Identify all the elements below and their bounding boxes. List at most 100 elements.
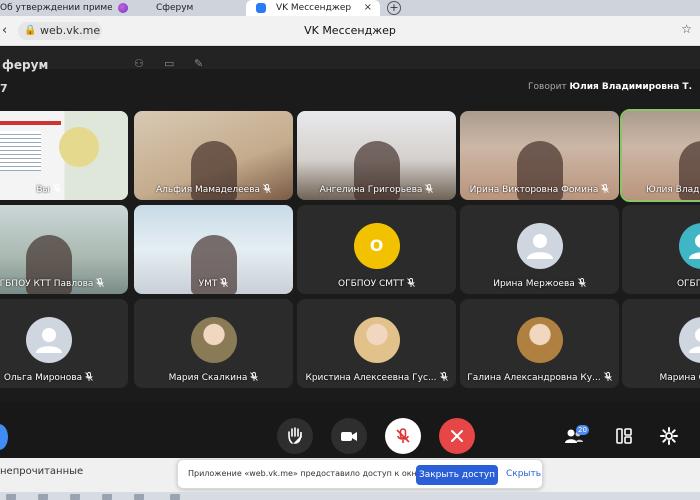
mic-off-icon: [601, 184, 610, 193]
bookmark-icon[interactable]: ☆: [681, 22, 692, 36]
unread-filter[interactable]: непрочитанные: [0, 466, 83, 477]
hide-notification-link[interactable]: Скрыть: [506, 469, 541, 479]
participant-tile[interactable]: Галина Александровна Ку...: [460, 299, 619, 388]
participant-name-text: Вы: [36, 185, 50, 195]
back-arrow-icon[interactable]: ‹: [2, 23, 7, 38]
tab-label: Об утверждении пример...: [0, 3, 112, 13]
add-user-icon[interactable]: ⚇: [134, 57, 144, 70]
tab-2-active[interactable]: VK Мессенджер ×: [246, 0, 380, 17]
participants-count-badge: 20: [576, 425, 589, 435]
url-text: web.vk.me: [40, 24, 101, 37]
participant-name: Ирина Викторовна Фомина: [460, 183, 619, 195]
participant-tile[interactable]: Ангелина Григорьева: [297, 111, 456, 200]
participant-name-text: ОГБПОУ КТТ Павлова: [0, 279, 94, 289]
avatar: [25, 317, 72, 363]
avatar: [516, 317, 563, 363]
participant-name: ОГБПОУ: [622, 277, 700, 289]
tab-0[interactable]: Об утверждении пример...: [0, 0, 112, 16]
participant-name: Ирина Мержоева: [460, 277, 619, 289]
participant-tile[interactable]: Ирина Викторовна Фомина: [460, 111, 619, 200]
participant-name: ОГБПОУ СМТТ: [297, 277, 456, 289]
avatar: [678, 223, 700, 269]
screen-share-notification: Приложение «web.vk.me» предоставило дост…: [177, 459, 543, 489]
participant-name-text: УМТ: [198, 279, 218, 289]
avatar: [516, 223, 563, 269]
participant-tile[interactable]: Марина Олегов: [622, 299, 700, 388]
avatar: [353, 317, 400, 363]
microphone-button[interactable]: [385, 418, 421, 454]
participant-tile[interactable]: Ольга Миронова: [0, 299, 128, 388]
tab-label: VK Мессенджер: [276, 3, 352, 13]
participant-name: Марина Олегов: [622, 371, 700, 383]
mic-off-icon: [220, 278, 229, 287]
participant-name: Ольга Миронова: [0, 371, 128, 383]
participant-tile[interactable]: О ОГБПОУ СМТТ: [297, 205, 456, 294]
avatar: [678, 317, 700, 363]
taskbar-app-icon[interactable]: [70, 494, 80, 500]
participant-tile[interactable]: Юлия Владимировна Т.: [620, 109, 700, 202]
participant-tile[interactable]: Мария Скалкина: [134, 299, 293, 388]
grid-layout-icon: [616, 428, 632, 444]
mic-off-icon: [96, 278, 105, 287]
mic-off-icon: [263, 184, 271, 193]
mic-off-icon: [603, 372, 612, 381]
speaker-name: Юлия Владимировна Т.: [569, 82, 692, 92]
end-call-button[interactable]: [439, 418, 475, 454]
participant-name-text: Альфия Мамаделеева: [155, 185, 261, 195]
participant-name: ОГБПОУ КТТ Павлова: [0, 277, 128, 289]
participant-name-text: Ирина Викторовна Фомина: [469, 185, 599, 195]
mic-off-icon: [396, 428, 410, 443]
stop-sharing-button[interactable]: Закрыть доступ: [416, 465, 498, 485]
screen: Об утверждении пример... Сферум VK Мессе…: [0, 0, 700, 500]
participant-tile[interactable]: Альфия Мамаделеева: [134, 111, 293, 200]
participant-tile[interactable]: ОГБПОУ КТТ Павлова: [0, 205, 128, 294]
taskbar-app-icon[interactable]: [102, 494, 112, 500]
avatar: [190, 317, 237, 363]
participant-name-text: Ирина Мержоева: [493, 279, 575, 289]
participant-tile[interactable]: ОГБПОУ: [622, 205, 700, 294]
taskbar-app-icon[interactable]: [38, 494, 48, 500]
close-icon: [451, 430, 463, 442]
participant-name: Вы: [0, 183, 128, 195]
speaking-indicator: Говорит Юлия Владимировна Т.: [528, 82, 692, 92]
participant-name-text: Мария Скалкина: [168, 373, 248, 383]
raise-hand-button[interactable]: [277, 418, 313, 454]
gear-icon: [660, 427, 678, 445]
avatar: О: [353, 223, 400, 269]
participant-name-text: Ангелина Григорьева: [319, 185, 423, 195]
participant-tile[interactable]: УМТ: [134, 205, 293, 294]
mic-off-icon: [85, 372, 93, 381]
taskbar-app-icon[interactable]: [134, 494, 144, 500]
call-count: 7: [0, 82, 8, 95]
participant-tile[interactable]: Кристина Алексеевна Гус...: [297, 299, 456, 388]
tab-1[interactable]: Сферум: [116, 0, 242, 16]
hand-icon: [288, 427, 302, 444]
taskbar-app-icon[interactable]: [170, 494, 180, 500]
address-bar: ‹ 🔒 web.vk.me VK Мессенджер ☆: [0, 16, 700, 46]
participant-name: Альфия Мамаделеева: [134, 183, 293, 195]
edit-icon[interactable]: ✎: [194, 57, 203, 70]
participant-name-text: Марина Олегов: [659, 373, 700, 383]
mic-off-icon: [577, 278, 586, 287]
vk-tab-icon: [256, 3, 266, 13]
participant-name: УМТ: [134, 277, 293, 289]
tab-close-icon[interactable]: ×: [364, 0, 372, 16]
participant-name: Кристина Алексеевна Гус...: [297, 371, 456, 383]
browser-tabbar: Об утверждении пример... Сферум VK Мессе…: [0, 0, 700, 17]
participant-name-text: Кристина Алексеевна Гус...: [305, 373, 437, 383]
mic-off-icon: [52, 184, 61, 193]
new-tab-button[interactable]: +: [387, 1, 401, 15]
camera-icon: [341, 432, 357, 441]
participant-name-text: ОГБПОУ СМТТ: [338, 279, 404, 289]
layout-button[interactable]: [613, 425, 635, 447]
participant-name-text: Юлия Владимировна Т.: [646, 185, 700, 195]
url-field[interactable]: 🔒 web.vk.me: [18, 22, 102, 40]
settings-button[interactable]: [658, 425, 680, 447]
app-name: ферум: [2, 58, 49, 72]
participant-name-text: Галина Александровна Ку...: [467, 373, 601, 383]
camera-button[interactable]: [331, 418, 367, 454]
archive-icon[interactable]: ▭: [164, 57, 174, 70]
participant-tile[interactable]: Вы: [0, 111, 128, 200]
participant-tile[interactable]: Ирина Мержоева: [460, 205, 619, 294]
taskbar-app-icon[interactable]: [6, 494, 16, 500]
